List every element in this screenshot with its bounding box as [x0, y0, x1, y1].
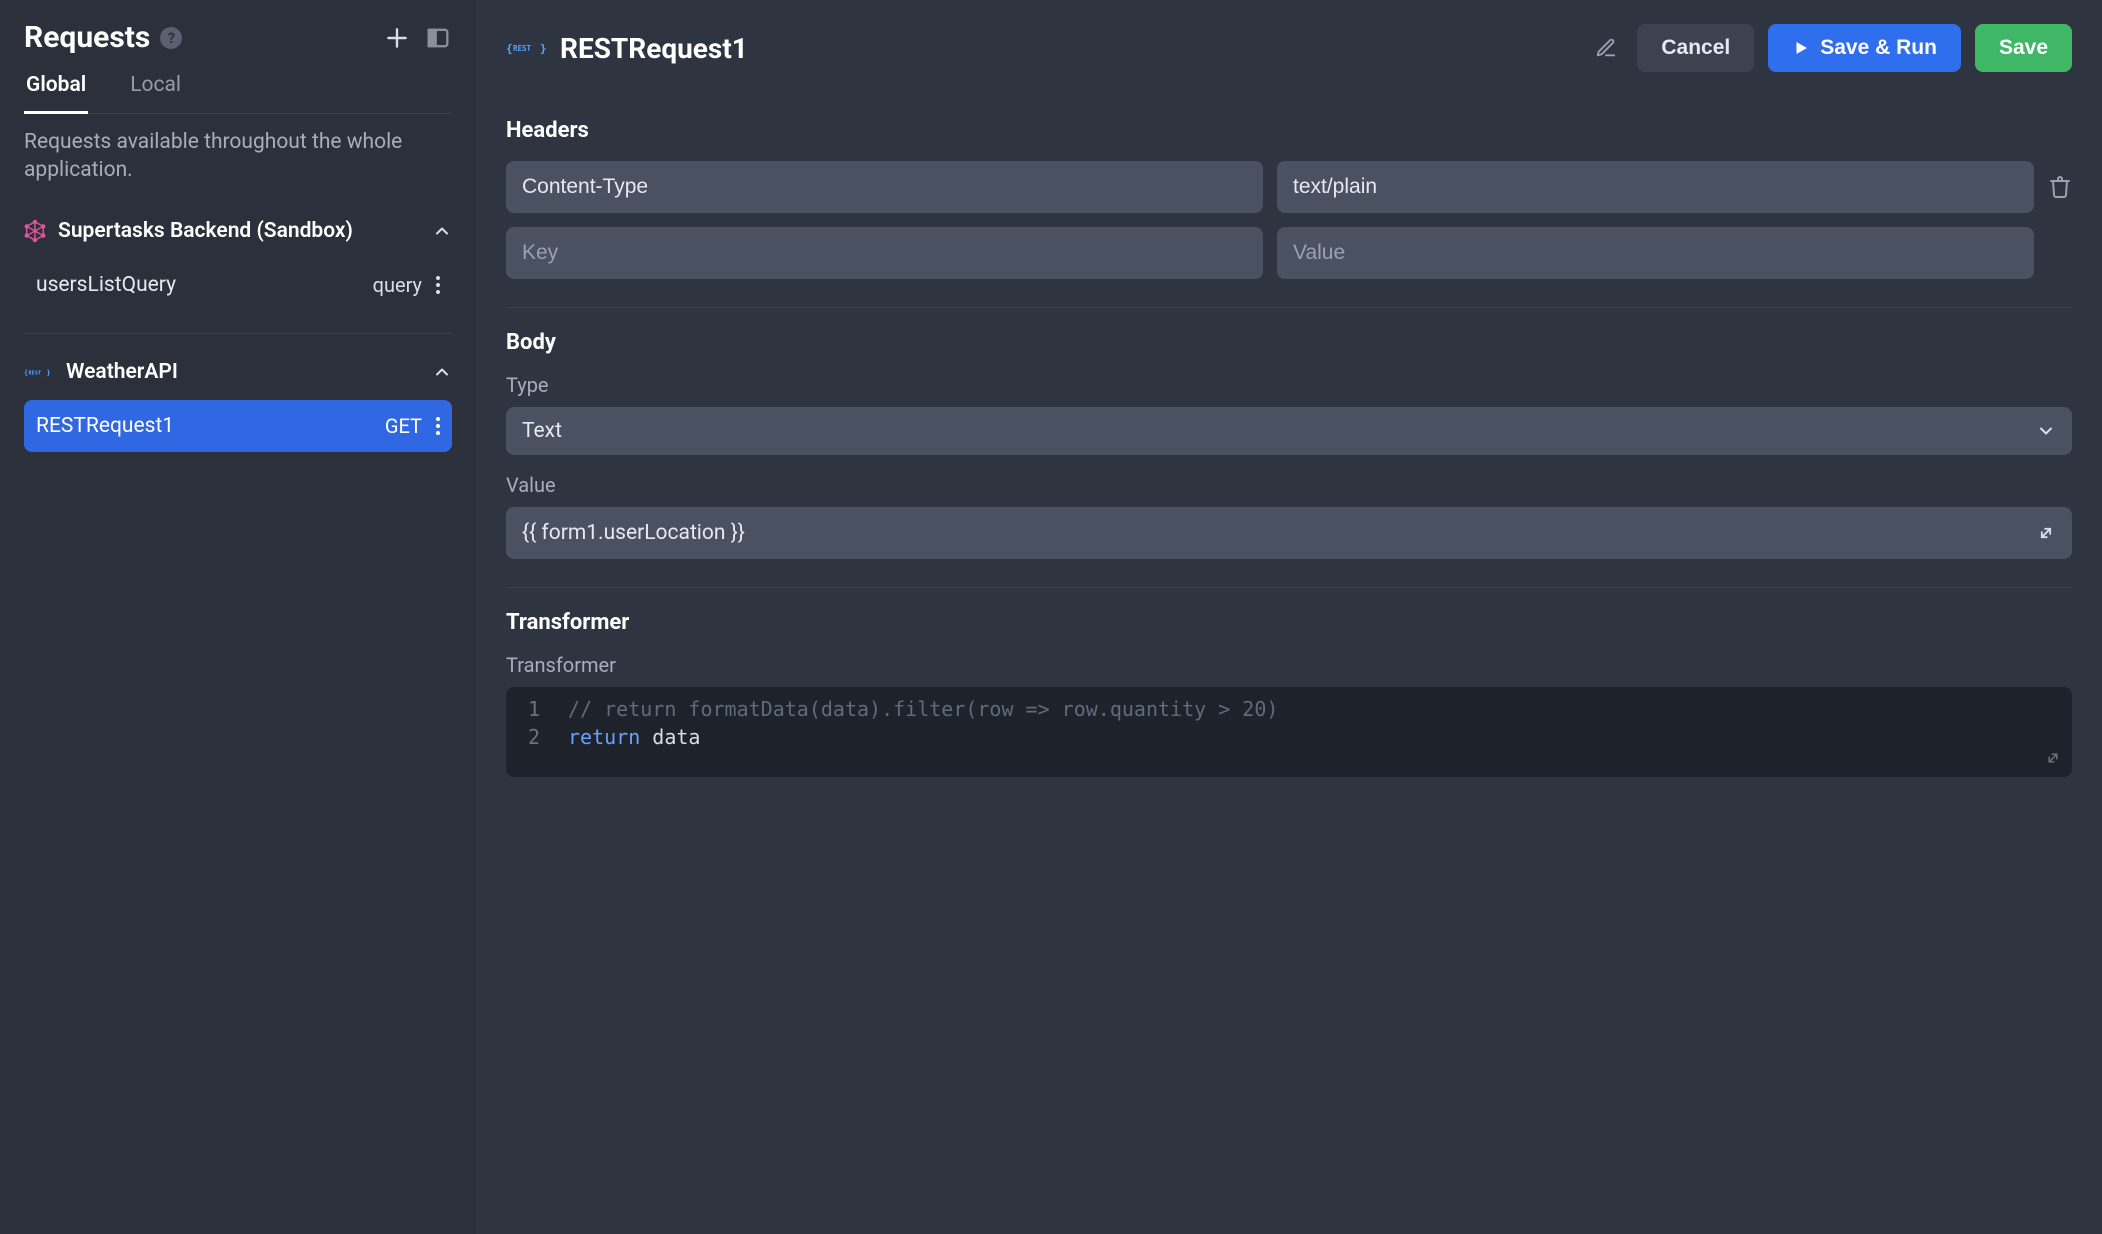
expand-icon[interactable]: [2036, 523, 2056, 543]
delete-header-button[interactable]: [2048, 175, 2072, 199]
rest-icon: {REST}: [24, 363, 54, 381]
chevron-up-icon: [432, 362, 452, 382]
code-gutter: 1 2: [506, 687, 562, 777]
request-title: RESTRequest1: [560, 32, 748, 65]
header-row: [506, 161, 2072, 213]
svg-text:REST: REST: [29, 370, 42, 376]
request-item-more-button[interactable]: [436, 417, 440, 435]
editor-body: Headers Body Type Text Value {{ form1.u: [476, 96, 2102, 1234]
rest-icon: {REST}: [506, 36, 546, 60]
editor-actions: Cancel Save & Run Save: [1595, 24, 2072, 72]
sidebar-header-actions: [384, 24, 452, 52]
request-item-type: GET: [385, 414, 422, 438]
header-value-input[interactable]: [1277, 227, 2034, 279]
panel-toggle-button[interactable]: [424, 24, 452, 52]
body-type-label: Type: [506, 373, 2072, 397]
rename-button[interactable]: [1595, 37, 1617, 59]
request-item-more-button[interactable]: [436, 276, 440, 294]
editor-title-wrap: {REST} RESTRequest1: [506, 32, 1595, 65]
resource-group-title: Supertasks Backend (Sandbox): [58, 219, 353, 243]
graphql-icon: [24, 220, 46, 242]
svg-text:REST: REST: [513, 44, 532, 53]
transformer-code-editor[interactable]: 1 2 // return formatData(data).filter(ro…: [506, 687, 2072, 777]
request-item[interactable]: usersListQuery query: [24, 259, 452, 311]
request-item-name: usersListQuery: [36, 273, 373, 297]
section-divider: [506, 307, 2072, 308]
transformer-section-title: Transformer: [506, 610, 2072, 635]
code-keyword: return: [568, 725, 640, 749]
code-line-1: // return formatData(data).filter(row =>…: [568, 697, 1278, 721]
save-and-run-label: Save & Run: [1820, 36, 1937, 60]
tab-local[interactable]: Local: [128, 73, 183, 114]
body-type-select[interactable]: Text: [506, 407, 2072, 455]
svg-text:}: }: [47, 369, 51, 377]
transformer-label: Transformer: [506, 653, 2072, 677]
svg-text:}: }: [540, 42, 546, 55]
resource-group-title: WeatherAPI: [66, 360, 178, 384]
sidebar-title: Requests: [24, 20, 150, 55]
resource-group-header[interactable]: Supertasks Backend (Sandbox): [24, 211, 452, 251]
more-vertical-icon: [436, 417, 440, 435]
code-rest: data: [640, 725, 700, 749]
tab-global[interactable]: Global: [24, 73, 88, 114]
body-section-title: Body: [506, 330, 2072, 355]
add-request-button[interactable]: [384, 25, 410, 51]
resize-handle-icon[interactable]: [2044, 749, 2062, 767]
cancel-button[interactable]: Cancel: [1637, 24, 1754, 72]
request-item-type: query: [373, 273, 422, 297]
code-content: // return formatData(data).filter(row =>…: [562, 687, 1278, 777]
help-icon[interactable]: ?: [160, 27, 182, 49]
headers-section-title: Headers: [506, 118, 2072, 143]
request-item[interactable]: RESTRequest1 GET: [24, 400, 452, 452]
more-vertical-icon: [436, 276, 440, 294]
body-value-input[interactable]: {{ form1.userLocation }}: [506, 507, 2072, 559]
header-key-input[interactable]: [506, 161, 1263, 213]
play-icon: [1792, 39, 1810, 57]
header-key-input[interactable]: [506, 227, 1263, 279]
requests-sidebar: Requests ? Global Local Requests availab…: [0, 0, 476, 1234]
section-divider: [506, 587, 2072, 588]
scope-tabs: Global Local: [24, 73, 452, 114]
header-value-input[interactable]: [1277, 161, 2034, 213]
save-button[interactable]: Save: [1975, 24, 2072, 72]
body-type-value: Text: [522, 419, 562, 443]
header-row-new: [506, 227, 2072, 279]
body-value-text: {{ form1.userLocation }}: [522, 521, 745, 545]
line-number: 1: [506, 697, 562, 721]
chevron-up-icon: [432, 221, 452, 241]
chevron-down-icon: [2036, 421, 2056, 441]
svg-text:{: {: [506, 42, 513, 55]
sidebar-description: Requests available throughout the whole …: [24, 128, 452, 185]
group-divider: [24, 333, 452, 334]
request-item-name: RESTRequest1: [36, 414, 385, 438]
resource-group-header[interactable]: {REST} WeatherAPI: [24, 352, 452, 392]
line-number: 2: [506, 725, 562, 749]
body-value-label: Value: [506, 473, 2072, 497]
request-editor: {REST} RESTRequest1 Cancel Save & Run Sa…: [476, 0, 2102, 1234]
sidebar-title-wrap: Requests ?: [24, 20, 182, 55]
svg-text:{: {: [24, 369, 28, 377]
sidebar-header: Requests ?: [24, 20, 452, 55]
save-and-run-button[interactable]: Save & Run: [1768, 24, 1961, 72]
editor-header: {REST} RESTRequest1 Cancel Save & Run Sa…: [476, 0, 2102, 96]
